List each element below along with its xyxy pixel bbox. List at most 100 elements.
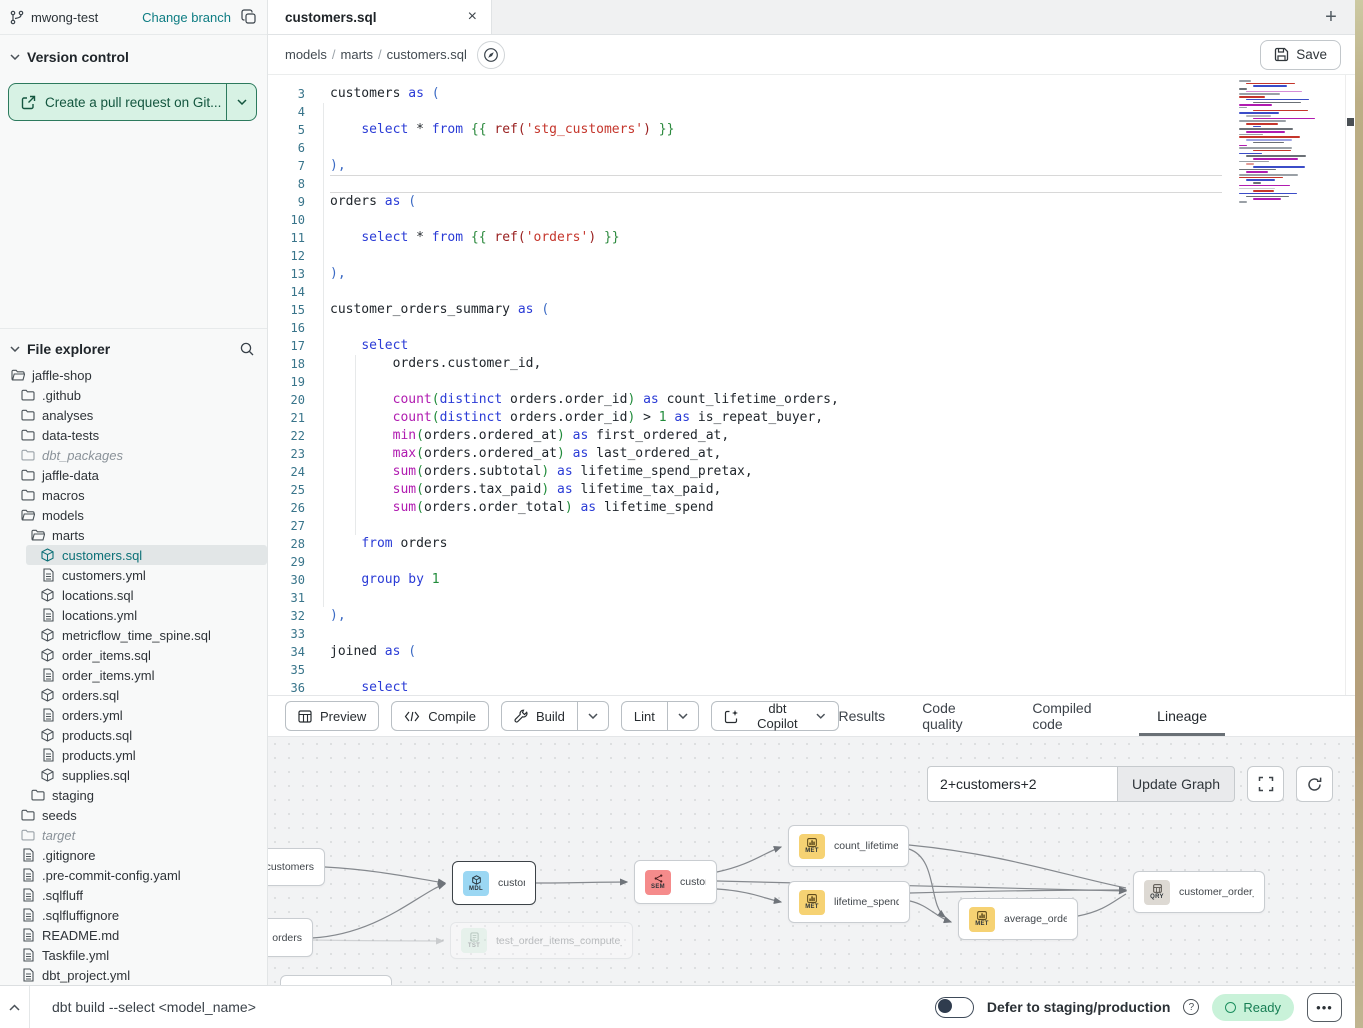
file-tree-item-seeds[interactable]: seeds bbox=[0, 805, 267, 825]
file-tree-item-data-tests[interactable]: data-tests bbox=[0, 425, 267, 445]
file-explorer-toggle[interactable] bbox=[10, 346, 20, 352]
tab-code-quality[interactable]: Code quality bbox=[922, 696, 995, 736]
lineage-node-test_order_items_compute_to_bools-[interactable]: TSTtest_order_items_compute_to_bools... bbox=[450, 922, 633, 959]
code-line-17[interactable]: 17 select bbox=[268, 337, 1355, 355]
fullscreen-button[interactable] bbox=[1247, 766, 1284, 802]
file-tree-item-marts[interactable]: marts bbox=[0, 525, 267, 545]
lineage-node-partial[interactable] bbox=[280, 975, 392, 985]
code-line-33[interactable]: 33 bbox=[268, 625, 1355, 643]
file-tree-item-analyses[interactable]: analyses bbox=[0, 405, 267, 425]
tab-lineage[interactable]: Lineage bbox=[1157, 696, 1207, 736]
refresh-button[interactable] bbox=[1296, 766, 1333, 802]
file-tree-item-macros[interactable]: macros bbox=[0, 485, 267, 505]
file-tree-item-target[interactable]: target bbox=[0, 825, 267, 845]
file-tree-item-metricflow-time-spine.sql[interactable]: metricflow_time_spine.sql bbox=[0, 625, 267, 645]
code-line-21[interactable]: 21 count(distinct orders.order_id) > 1 a… bbox=[268, 409, 1355, 427]
update-graph-button[interactable]: Update Graph bbox=[1117, 766, 1235, 802]
code-line-4[interactable]: 4 bbox=[268, 103, 1355, 121]
code-line-11[interactable]: 11 select * from {{ ref('orders') }} bbox=[268, 229, 1355, 247]
more-options-button[interactable]: ••• bbox=[1307, 993, 1342, 1022]
file-tree-item-products.yml[interactable]: products.yml bbox=[0, 745, 267, 765]
code-line-36[interactable]: 36 select bbox=[268, 679, 1355, 695]
code-line-8[interactable]: 8 bbox=[268, 175, 1355, 193]
file-tree-item-order-items.sql[interactable]: order_items.sql bbox=[0, 645, 267, 665]
save-button[interactable]: Save bbox=[1260, 40, 1341, 70]
dbt-copilot-button[interactable]: dbt Copilot bbox=[711, 701, 839, 731]
code-line-25[interactable]: 25 sum(orders.tax_paid) as lifetime_tax_… bbox=[268, 481, 1355, 499]
file-tree-item-products.sql[interactable]: products.sql bbox=[0, 725, 267, 745]
code-line-27[interactable]: 27 bbox=[268, 517, 1355, 535]
preview-button[interactable]: Preview bbox=[285, 701, 379, 731]
code-line-12[interactable]: 12 bbox=[268, 247, 1355, 265]
code-line-10[interactable]: 10 bbox=[268, 211, 1355, 229]
create-pr-dropdown[interactable] bbox=[226, 84, 256, 120]
collapse-panel-button[interactable] bbox=[0, 986, 30, 1028]
code-line-31[interactable]: 31 bbox=[268, 589, 1355, 607]
tab-compiled-code[interactable]: Compiled code bbox=[1032, 696, 1120, 736]
code-line-34[interactable]: 34joined as ( bbox=[268, 643, 1355, 661]
file-tree-item-dbt-packages[interactable]: dbt_packages bbox=[0, 445, 267, 465]
search-icon[interactable] bbox=[239, 341, 255, 357]
code-line-26[interactable]: 26 sum(orders.order_total) as lifetime_s… bbox=[268, 499, 1355, 517]
create-pr-button[interactable]: Create a pull request on Git... bbox=[8, 83, 257, 121]
file-tree-item-staging[interactable]: staging bbox=[0, 785, 267, 805]
docs-compass-button[interactable] bbox=[477, 41, 505, 69]
file-tree-item-locations.sql[interactable]: locations.sql bbox=[0, 585, 267, 605]
code-line-24[interactable]: 24 sum(orders.subtotal) as lifetime_spen… bbox=[268, 463, 1355, 481]
code-line-29[interactable]: 29 bbox=[268, 553, 1355, 571]
editor-scrollbar[interactable] bbox=[1345, 75, 1355, 695]
scrollbar-thumb[interactable] bbox=[1347, 118, 1354, 126]
code-editor[interactable]: 3customers as (45 select * from {{ ref('… bbox=[268, 75, 1355, 695]
code-line-7[interactable]: 7), bbox=[268, 157, 1355, 175]
code-line-13[interactable]: 13), bbox=[268, 265, 1355, 283]
file-tree-item-orders.yml[interactable]: orders.yml bbox=[0, 705, 267, 725]
file-tree-item-supplies.sql[interactable]: supplies.sql bbox=[0, 765, 267, 785]
file-tree-item-.sqlfluff[interactable]: .sqlfluff bbox=[0, 885, 267, 905]
code-line-35[interactable]: 35 bbox=[268, 661, 1355, 679]
code-line-32[interactable]: 32), bbox=[268, 607, 1355, 625]
code-line-3[interactable]: 3customers as ( bbox=[268, 85, 1355, 103]
file-tree-item-readme.md[interactable]: README.md bbox=[0, 925, 267, 945]
lineage-node-stg_customers[interactable]: MDLstg_customers bbox=[268, 848, 325, 886]
lint-dropdown[interactable] bbox=[667, 702, 698, 730]
minimap[interactable] bbox=[1235, 78, 1312, 206]
file-tree-item-jaffle-data[interactable]: jaffle-data bbox=[0, 465, 267, 485]
help-icon[interactable]: ? bbox=[1183, 999, 1199, 1015]
file-tree-item-.sqlfluffignore[interactable]: .sqlfluffignore bbox=[0, 905, 267, 925]
file-tree-item-.gitignore[interactable]: .gitignore bbox=[0, 845, 267, 865]
code-line-9[interactable]: 9orders as ( bbox=[268, 193, 1355, 211]
file-tree-item-models[interactable]: models bbox=[0, 505, 267, 525]
build-button[interactable]: Build bbox=[502, 702, 577, 730]
file-tree-item-customers.sql[interactable]: customers.sql bbox=[26, 545, 267, 565]
build-dropdown[interactable] bbox=[577, 702, 608, 730]
code-line-30[interactable]: 30 group by 1 bbox=[268, 571, 1355, 589]
new-tab-button[interactable]: + bbox=[1307, 0, 1355, 34]
code-line-16[interactable]: 16 bbox=[268, 319, 1355, 337]
lineage-node-customers[interactable]: SEMcustomers bbox=[634, 860, 717, 904]
file-tree-item-locations.yml[interactable]: locations.yml bbox=[0, 605, 267, 625]
lineage-panel[interactable]: Update Graph bbox=[268, 737, 1355, 985]
lineage-node-customers[interactable]: MDLcustomers bbox=[452, 861, 536, 905]
copy-icon[interactable] bbox=[241, 9, 257, 25]
compile-button[interactable]: Compile bbox=[391, 701, 489, 731]
command-bar-text[interactable]: dbt build --select <model_name> bbox=[52, 999, 256, 1015]
tab-customers-sql[interactable]: customers.sql × bbox=[268, 0, 492, 34]
lineage-node-customer_order_metrics[interactable]: QRYcustomer_order_metrics bbox=[1133, 871, 1265, 913]
lineage-node-count_lifetime_orders[interactable]: METcount_lifetime_orders bbox=[788, 825, 909, 867]
file-tree-item-customers.yml[interactable]: customers.yml bbox=[0, 565, 267, 585]
close-icon[interactable]: × bbox=[468, 9, 477, 25]
code-line-5[interactable]: 5 select * from {{ ref('stg_customers') … bbox=[268, 121, 1355, 139]
code-line-23[interactable]: 23 max(orders.ordered_at) as last_ordere… bbox=[268, 445, 1355, 463]
tab-results[interactable]: Results bbox=[839, 696, 886, 736]
file-tree-item-order-items.yml[interactable]: order_items.yml bbox=[0, 665, 267, 685]
file-tree-item-dbt-project.yml[interactable]: dbt_project.yml bbox=[0, 965, 267, 985]
code-line-18[interactable]: 18 orders.customer_id, bbox=[268, 355, 1355, 373]
code-line-20[interactable]: 20 count(distinct orders.order_id) as co… bbox=[268, 391, 1355, 409]
lineage-selector-input[interactable] bbox=[927, 766, 1117, 802]
code-line-28[interactable]: 28 from orders bbox=[268, 535, 1355, 553]
defer-toggle[interactable] bbox=[935, 997, 974, 1018]
file-tree-item-.pre-commit-config.yaml[interactable]: .pre-commit-config.yaml bbox=[0, 865, 267, 885]
lineage-node-orders[interactable]: MDLorders bbox=[268, 918, 313, 957]
code-line-19[interactable]: 19 bbox=[268, 373, 1355, 391]
lineage-node-lifetime_spend_pretax[interactable]: METlifetime_spend_pretax bbox=[788, 881, 910, 923]
